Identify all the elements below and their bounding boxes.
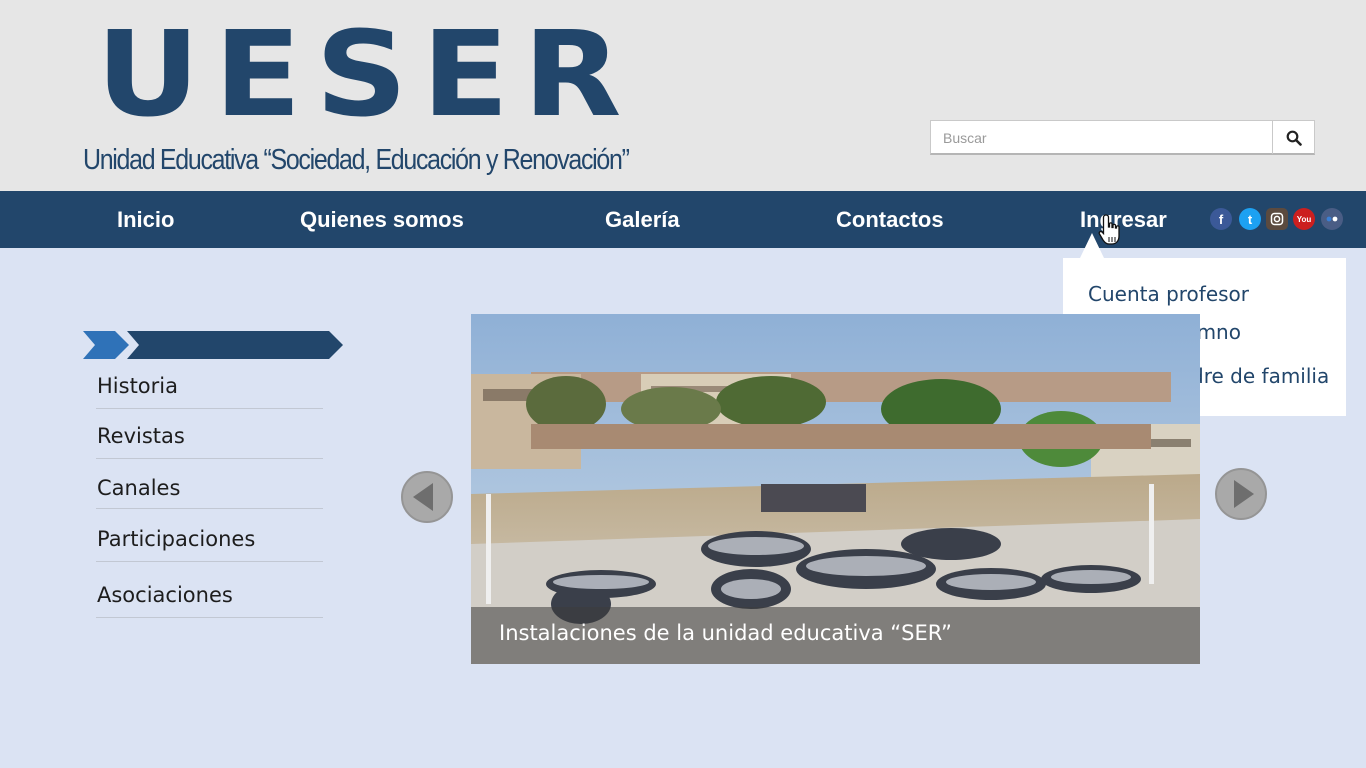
sidebar-item-revistas[interactable]: Revistas bbox=[96, 424, 323, 459]
facebook-glyph: f bbox=[1218, 211, 1224, 227]
slider-prev-button[interactable] bbox=[401, 471, 453, 523]
slider-caption: Instalaciones de la unidad educativa “SE… bbox=[471, 607, 1200, 664]
slider-next-button[interactable] bbox=[1215, 468, 1267, 520]
instagram-icon[interactable] bbox=[1266, 208, 1288, 230]
dropdown-item-cuenta-profesor[interactable]: Cuenta profesor bbox=[1088, 282, 1249, 306]
sidebar-item-label: Historia bbox=[97, 374, 178, 398]
dropdown-pointer bbox=[1080, 233, 1104, 258]
site-subtitle: Unidad Educativa “Sociedad, Educación y … bbox=[83, 144, 630, 176]
sidebar-item-label: Asociaciones bbox=[97, 583, 233, 607]
nav-item-quienes-somos[interactable]: Quienes somos bbox=[300, 191, 464, 248]
instagram-glyph bbox=[1270, 212, 1284, 226]
nav-item-contactos[interactable]: Contactos bbox=[836, 191, 944, 248]
sidebar-item-asociaciones[interactable]: Asociaciones bbox=[96, 583, 323, 618]
youtube-icon[interactable]: You bbox=[1293, 208, 1315, 230]
site-header: UESER Unidad Educativa “Sociedad, Educac… bbox=[0, 0, 1366, 191]
search-button[interactable] bbox=[1272, 121, 1314, 154]
sidebar-item-label: Canales bbox=[97, 476, 181, 500]
arrow-right-icon bbox=[1234, 480, 1254, 508]
flickr-icon[interactable] bbox=[1321, 208, 1343, 230]
search-input[interactable] bbox=[931, 121, 1273, 154]
facebook-icon[interactable]: f bbox=[1210, 208, 1232, 230]
sidebar-item-participaciones[interactable]: Participaciones bbox=[96, 527, 323, 562]
slider-caption-text: Instalaciones de la unidad educativa “SE… bbox=[499, 621, 952, 645]
site-logo[interactable]: UESER bbox=[96, 16, 636, 134]
youtube-glyph: You bbox=[1296, 214, 1312, 224]
sidebar-item-historia[interactable]: Historia bbox=[96, 374, 323, 409]
sidebar-item-canales[interactable]: Canales bbox=[96, 476, 323, 509]
search-icon bbox=[1286, 130, 1302, 146]
twitter-glyph: t bbox=[1247, 211, 1253, 227]
arrow-left-icon bbox=[413, 483, 433, 511]
sidebar-item-label: Participaciones bbox=[97, 527, 256, 551]
search-box bbox=[930, 120, 1315, 155]
main-nav: Inicio Quienes somos Galería Contactos I… bbox=[0, 191, 1366, 248]
nav-item-inicio[interactable]: Inicio bbox=[117, 191, 174, 248]
sidebar-header-arrow bbox=[83, 331, 343, 359]
flickr-glyph bbox=[1326, 216, 1338, 222]
nav-item-galeria[interactable]: Galería bbox=[605, 191, 680, 248]
sidebar-item-label: Revistas bbox=[97, 424, 185, 448]
twitter-icon[interactable]: t bbox=[1239, 208, 1261, 230]
slider-image[interactable]: Instalaciones de la unidad educativa “SE… bbox=[471, 314, 1200, 664]
